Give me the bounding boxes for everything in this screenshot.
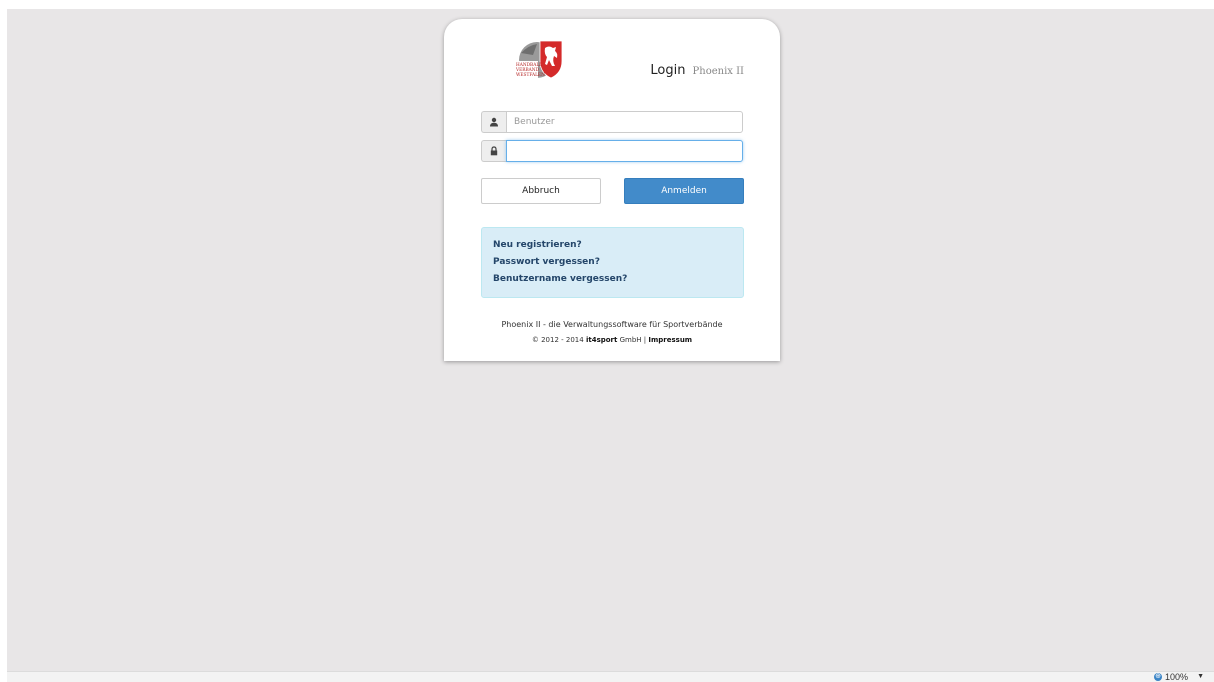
chevron-down-icon[interactable]: ▼ — [1197, 672, 1204, 682]
forgot-username-link[interactable]: Benutzername vergessen? — [493, 271, 732, 288]
footer-copyright: © 2012 - 2014 it4sport GmbH | Impressum — [444, 336, 780, 344]
help-links-box: Neu registrieren? Passwort vergessen? Be… — [481, 227, 744, 298]
title-sub: Phoenix II — [692, 66, 744, 77]
password-input[interactable] — [506, 140, 743, 162]
company-name: it4sport — [585, 336, 618, 344]
login-card: HANDBALL VERBAND WESTFALEN Login Phoenix… — [444, 19, 780, 361]
status-bar: ⊕ 100% ▼ — [7, 671, 1214, 682]
handballverband-logo: HANDBALL VERBAND WESTFALEN — [515, 40, 563, 79]
lock-icon — [481, 140, 506, 162]
page-background: HANDBALL VERBAND WESTFALEN Login Phoenix… — [7, 9, 1214, 671]
footer-separator: | — [643, 336, 647, 344]
globe-icon: ⊕ — [1154, 673, 1163, 681]
login-title: Login Phoenix II — [650, 59, 744, 78]
title-main: Login — [650, 63, 686, 78]
copyright-prefix: © 2012 - 2014 — [531, 336, 584, 344]
logo-line-3: WESTFALEN — [516, 73, 545, 78]
register-link[interactable]: Neu registrieren? — [493, 237, 732, 254]
username-group — [481, 111, 743, 133]
username-input[interactable] — [506, 111, 743, 133]
zoom-level: 100% — [1165, 672, 1189, 682]
password-group — [481, 140, 743, 162]
cancel-button[interactable]: Abbruch — [481, 178, 601, 204]
company-suffix: GmbH — [619, 336, 642, 344]
zoom-control[interactable]: ⊕ 100% ▼ — [1154, 672, 1204, 682]
footer-tagline: Phoenix II - die Verwaltungssoftware für… — [501, 320, 723, 329]
login-button[interactable]: Anmelden — [624, 178, 744, 204]
forgot-password-link[interactable]: Passwort vergessen? — [493, 254, 732, 271]
impressum-link[interactable]: Impressum — [648, 336, 692, 344]
user-icon — [481, 111, 506, 133]
